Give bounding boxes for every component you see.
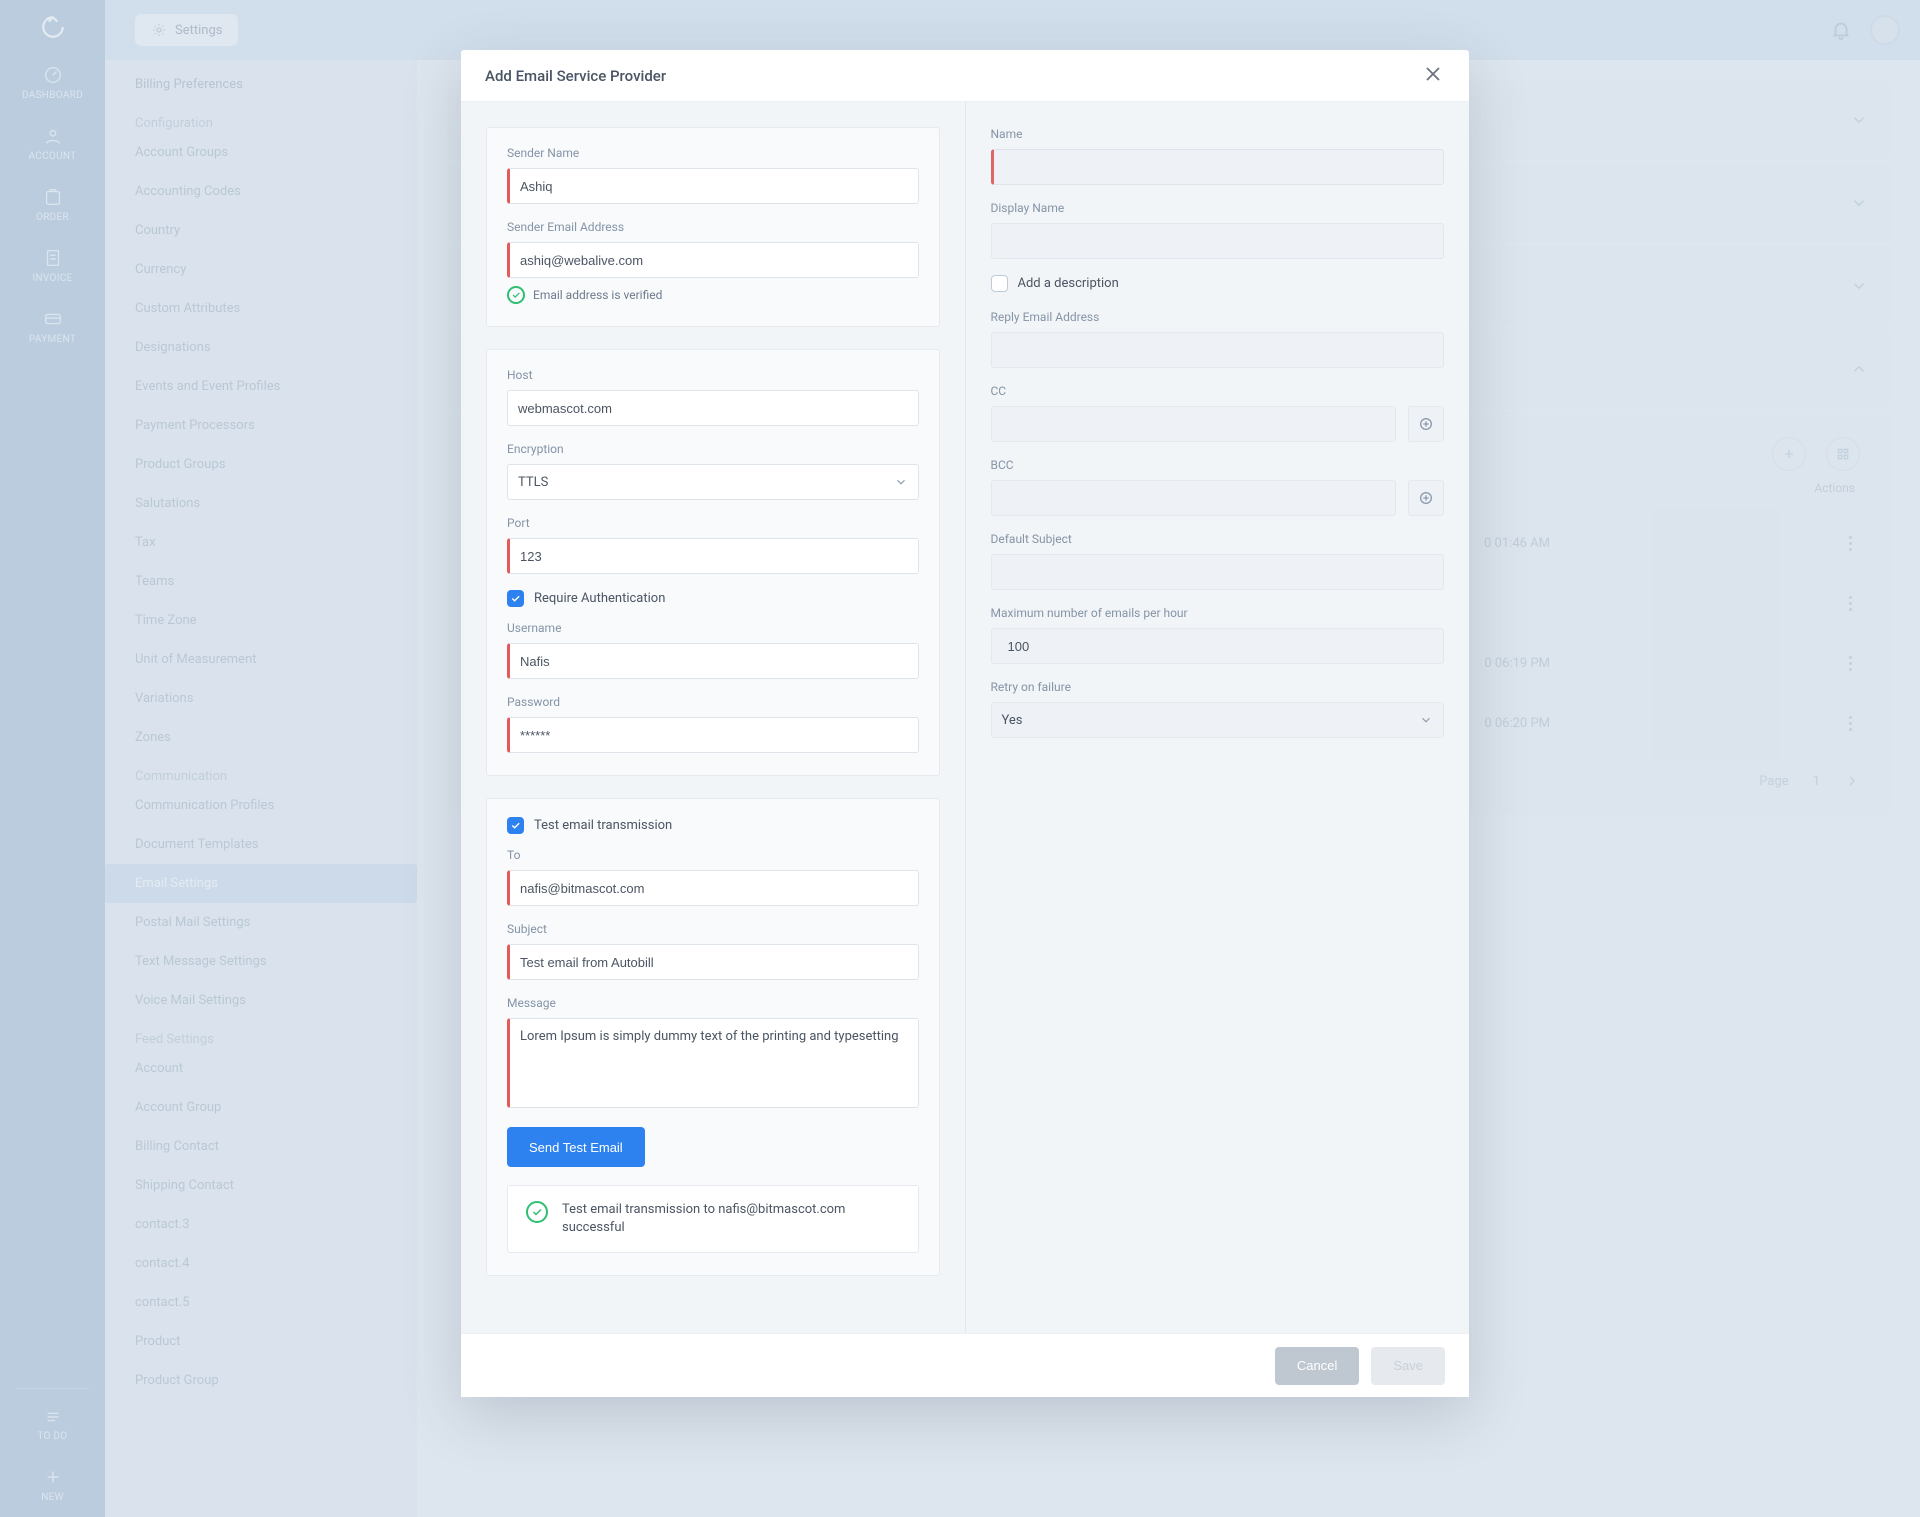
test-transmission-checkbox[interactable]: Test email transmission: [507, 817, 919, 834]
cc-label: CC: [991, 384, 1445, 398]
test-subject-input[interactable]: [507, 944, 919, 980]
modal-header: Add Email Service Provider: [461, 50, 1469, 102]
port-input[interactable]: [507, 538, 919, 574]
retry-select[interactable]: Yes: [991, 702, 1445, 738]
name-input[interactable]: [991, 149, 1445, 185]
encryption-label: Encryption: [507, 442, 919, 456]
checkbox-checked-icon: [507, 590, 524, 607]
reply-email-input[interactable]: [991, 332, 1445, 368]
add-cc-button[interactable]: [1408, 406, 1444, 442]
test-email-card: Test email transmission To Subject Messa…: [486, 798, 940, 1276]
host-label: Host: [507, 368, 919, 382]
sender-name-label: Sender Name: [507, 146, 919, 160]
close-button[interactable]: [1421, 62, 1445, 89]
modal-title: Add Email Service Provider: [485, 67, 666, 85]
password-input[interactable]: [507, 717, 919, 753]
require-auth-checkbox[interactable]: Require Authentication: [507, 590, 919, 607]
modal-footer: Cancel Save: [461, 1333, 1469, 1397]
plus-circle-icon: [1418, 416, 1434, 432]
sender-email-input[interactable]: [507, 242, 919, 278]
bcc-input[interactable]: [991, 480, 1397, 516]
sender-name-input[interactable]: [507, 168, 919, 204]
modal-right-column: Name Display Name Add a description Repl…: [966, 102, 1470, 1333]
test-to-input[interactable]: [507, 870, 919, 906]
send-test-email-button[interactable]: Send Test Email: [507, 1127, 645, 1167]
checkbox-empty-icon: [991, 275, 1008, 292]
server-card: Host Encryption TTLS Port Require Au: [486, 349, 940, 776]
to-label: To: [507, 848, 919, 862]
check-circle-icon: [526, 1201, 548, 1223]
test-subject-label: Subject: [507, 922, 919, 936]
message-label: Message: [507, 996, 919, 1010]
display-name-input[interactable]: [991, 223, 1445, 259]
encryption-select[interactable]: TTLS: [507, 464, 919, 500]
max-emails-input[interactable]: [991, 628, 1445, 664]
max-emails-label: Maximum number of emails per hour: [991, 606, 1445, 620]
check-circle-icon: [507, 286, 525, 304]
port-label: Port: [507, 516, 919, 530]
checkbox-checked-icon: [507, 817, 524, 834]
modal-add-email-service-provider: Add Email Service Provider Sender Name S…: [461, 50, 1469, 1397]
host-input[interactable]: [507, 390, 919, 426]
username-input[interactable]: [507, 643, 919, 679]
default-subject-input[interactable]: [991, 554, 1445, 590]
add-description-checkbox[interactable]: Add a description: [991, 275, 1445, 292]
name-label: Name: [991, 127, 1445, 141]
bcc-label: BCC: [991, 458, 1445, 472]
test-message-textarea[interactable]: [507, 1018, 919, 1108]
display-name-label: Display Name: [991, 201, 1445, 215]
cc-input[interactable]: [991, 406, 1397, 442]
modal-left-column: Sender Name Sender Email Address Email a…: [461, 102, 966, 1333]
default-subject-label: Default Subject: [991, 532, 1445, 546]
add-bcc-button[interactable]: [1408, 480, 1444, 516]
retry-label: Retry on failure: [991, 680, 1445, 694]
chevron-down-icon: [894, 475, 908, 489]
email-verified-status: Email address is verified: [507, 286, 919, 304]
reply-email-label: Reply Email Address: [991, 310, 1445, 324]
password-label: Password: [507, 695, 919, 709]
sender-card: Sender Name Sender Email Address Email a…: [486, 127, 940, 327]
cancel-button[interactable]: Cancel: [1275, 1347, 1359, 1385]
plus-circle-icon: [1418, 490, 1434, 506]
close-icon: [1421, 62, 1445, 86]
chevron-down-icon: [1419, 713, 1433, 727]
test-result-card: Test email transmission to nafis@bitmasc…: [507, 1185, 919, 1253]
username-label: Username: [507, 621, 919, 635]
save-button[interactable]: Save: [1371, 1347, 1445, 1385]
sender-email-label: Sender Email Address: [507, 220, 919, 234]
